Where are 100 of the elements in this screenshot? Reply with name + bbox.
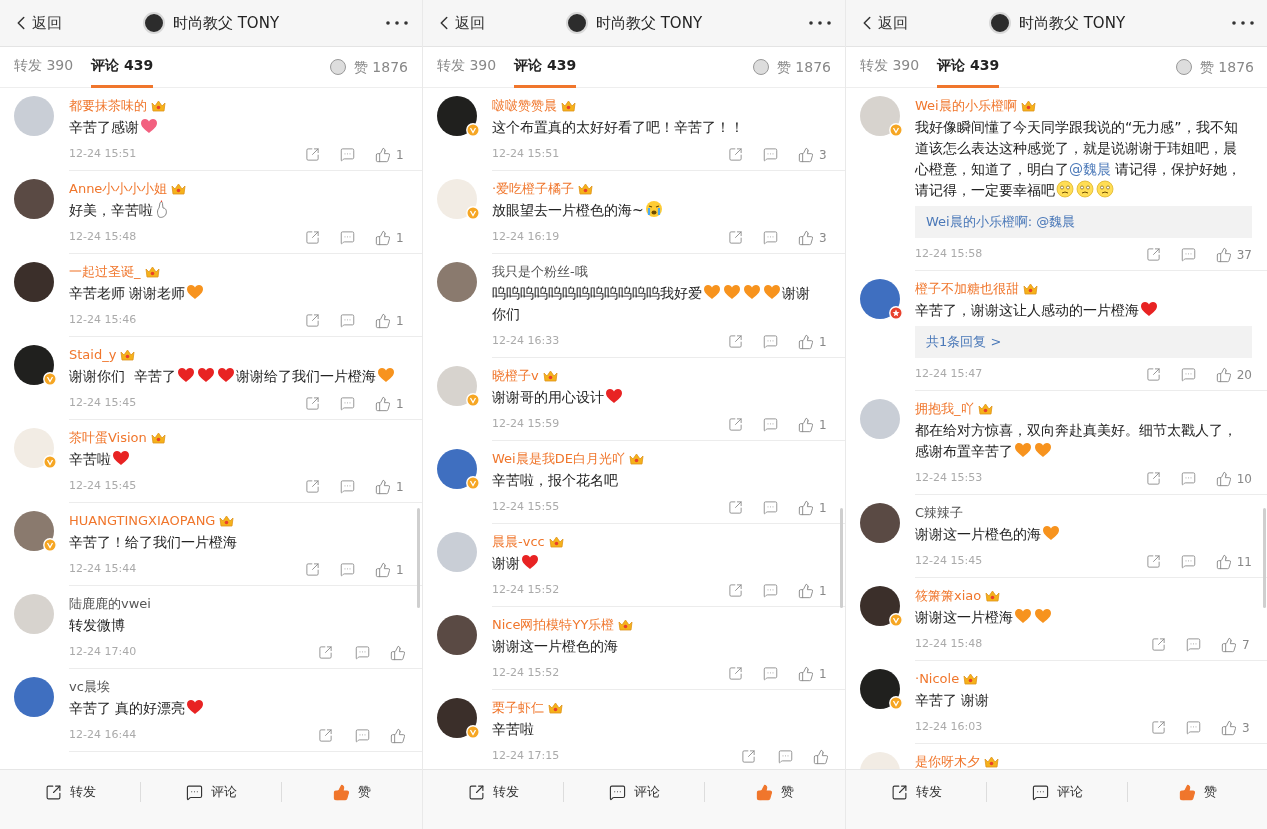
avatar[interactable] <box>14 262 54 302</box>
comment-icon[interactable] <box>763 666 778 681</box>
like-icon[interactable] <box>375 146 391 163</box>
share-button[interactable]: 转发 <box>890 782 942 802</box>
comment-icon[interactable] <box>340 313 355 328</box>
comment-icon[interactable] <box>1180 471 1196 486</box>
likes-tab[interactable]: 赞 1876 <box>776 56 831 78</box>
like-icon[interactable] <box>375 478 391 495</box>
share-icon[interactable] <box>728 666 743 681</box>
username[interactable]: 我只是个粉丝-哦 <box>492 262 588 282</box>
share-icon[interactable] <box>728 500 743 515</box>
like-button[interactable]: 赞 <box>333 782 371 802</box>
username[interactable]: 茶叶蛋Vision <box>69 428 147 448</box>
tab[interactable]: 评论 439 <box>514 46 577 88</box>
username[interactable]: 橙子不加糖也很甜 <box>915 279 1019 299</box>
username[interactable]: 啵啵赞赞晨 <box>492 96 557 116</box>
avatar[interactable] <box>860 586 900 626</box>
share-icon[interactable] <box>1145 554 1161 569</box>
comment-icon[interactable] <box>1186 720 1201 735</box>
comment-button[interactable]: 评论 <box>1031 782 1083 802</box>
back-button[interactable]: 返回 <box>433 11 533 35</box>
tab[interactable]: 评论 439 <box>91 46 154 88</box>
comment-icon[interactable] <box>778 749 793 764</box>
username[interactable]: 晨晨-vcc <box>492 532 545 552</box>
comment-icon[interactable] <box>1180 367 1196 382</box>
tab[interactable]: 转发 390 <box>14 46 74 88</box>
comment-icon[interactable] <box>763 417 778 432</box>
comment-icon[interactable] <box>340 230 355 245</box>
like-icon[interactable] <box>798 665 814 682</box>
back-button[interactable]: 返回 <box>10 11 110 35</box>
share-icon[interactable] <box>728 583 743 598</box>
username[interactable]: HUANGTINGXIAOPANG <box>69 511 216 531</box>
avatar[interactable] <box>860 503 900 543</box>
comment-icon[interactable] <box>763 583 778 598</box>
avatar[interactable] <box>437 615 477 655</box>
share-icon[interactable] <box>305 230 320 245</box>
tab[interactable]: 转发 390 <box>860 46 920 88</box>
like-icon[interactable] <box>1215 366 1232 383</box>
username[interactable]: ·Nicole <box>915 669 960 689</box>
more-icon[interactable] <box>809 21 831 25</box>
comment-icon[interactable] <box>1180 247 1196 262</box>
share-icon[interactable] <box>1151 720 1166 735</box>
username[interactable]: Wei晨的小乐橙啊 <box>915 96 1017 116</box>
like-icon[interactable] <box>1215 470 1232 487</box>
username[interactable]: Nice网拍模特YY乐橙 <box>492 615 615 635</box>
comment-icon[interactable] <box>763 500 778 515</box>
username[interactable]: 陆鹿鹿的vwei <box>69 594 151 614</box>
username[interactable]: C辣辣子 <box>915 503 964 523</box>
share-button[interactable]: 转发 <box>44 782 96 802</box>
share-icon[interactable] <box>305 396 320 411</box>
like-icon[interactable] <box>813 748 829 765</box>
share-icon[interactable] <box>1145 367 1161 382</box>
share-icon[interactable] <box>305 147 320 162</box>
share-icon[interactable] <box>318 728 333 743</box>
username[interactable]: 晓橙子v <box>492 366 539 386</box>
comment-icon[interactable] <box>355 728 370 743</box>
username[interactable]: 栗子虾仁 <box>492 698 544 718</box>
comment-icon[interactable] <box>763 334 778 349</box>
username[interactable]: 是你呀木夕 <box>915 752 980 769</box>
more-icon[interactable] <box>386 21 408 25</box>
like-button[interactable]: 赞 <box>1179 782 1217 802</box>
comment-icon[interactable] <box>763 230 778 245</box>
comment-icon[interactable] <box>1186 637 1201 652</box>
like-icon[interactable] <box>1221 636 1237 653</box>
username[interactable]: 一起过圣诞_ <box>69 262 141 282</box>
like-icon[interactable] <box>1215 246 1232 263</box>
tab[interactable]: 评论 439 <box>937 46 1000 88</box>
like-icon[interactable] <box>798 333 814 350</box>
comment-button[interactable]: 评论 <box>608 782 660 802</box>
like-icon[interactable] <box>1215 553 1232 570</box>
comment-icon[interactable] <box>340 147 355 162</box>
share-icon[interactable] <box>728 417 743 432</box>
share-icon[interactable] <box>728 147 743 162</box>
avatar[interactable] <box>14 345 54 385</box>
like-icon[interactable] <box>375 312 391 329</box>
comment-icon[interactable] <box>763 147 778 162</box>
comment-button[interactable]: 评论 <box>185 782 237 802</box>
comment-icon[interactable] <box>355 645 370 660</box>
like-icon[interactable] <box>390 644 406 661</box>
username[interactable]: ·爱吃橙子橘子 <box>492 179 575 199</box>
like-icon[interactable] <box>375 229 391 246</box>
reply-preview[interactable]: 共1条回复 > <box>915 326 1252 358</box>
comment-icon[interactable] <box>340 396 355 411</box>
share-icon[interactable] <box>741 749 756 764</box>
username[interactable]: Wei晨是我DE白月光吖 <box>492 449 625 469</box>
tab[interactable]: 转发 390 <box>437 46 497 88</box>
share-icon[interactable] <box>728 334 743 349</box>
like-icon[interactable] <box>798 582 814 599</box>
username[interactable]: 拥抱我_吖 <box>915 399 974 419</box>
comment-icon[interactable] <box>340 479 355 494</box>
more-icon[interactable] <box>1232 21 1254 25</box>
username[interactable]: 都要抹茶味的 <box>69 96 147 116</box>
comment-icon[interactable] <box>340 562 355 577</box>
share-icon[interactable] <box>1145 247 1161 262</box>
username[interactable]: Anne小小小小姐 <box>69 179 168 199</box>
like-icon[interactable] <box>375 395 391 412</box>
like-button[interactable]: 赞 <box>756 782 794 802</box>
share-icon[interactable] <box>305 479 320 494</box>
likes-tab[interactable]: 赞 1876 <box>353 56 408 78</box>
username[interactable]: vc晨埃 <box>69 677 110 697</box>
